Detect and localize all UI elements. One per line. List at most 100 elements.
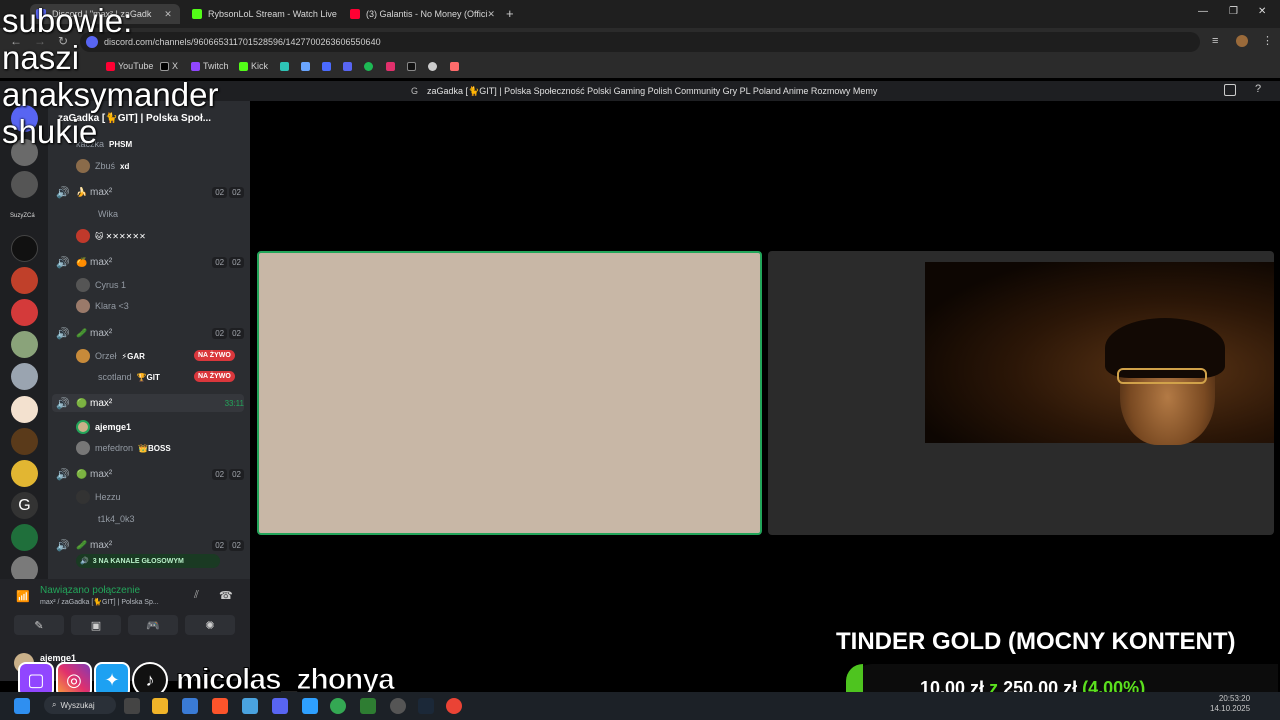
app-icon[interactable] xyxy=(360,698,376,714)
obs-icon[interactable] xyxy=(390,698,406,714)
gamepad-icon: 🎮 xyxy=(146,619,160,632)
profile-avatar[interactable] xyxy=(1236,35,1248,47)
speaker-icon: 🔊 xyxy=(56,468,70,481)
live-badge[interactable]: NA ŻYWO xyxy=(194,350,235,361)
explorer-icon[interactable] xyxy=(152,698,168,714)
live-badge[interactable]: NA ŻYWO xyxy=(194,371,235,382)
stream-tile-speaking[interactable] xyxy=(257,251,762,535)
camera-button[interactable]: ✎ xyxy=(14,615,64,635)
speaker-icon: 🔊 xyxy=(56,327,70,340)
avatar xyxy=(76,490,90,504)
member-row[interactable]: Orzeł ⚡GAR xyxy=(76,347,145,365)
member-row[interactable]: mefedron 👑BOSS xyxy=(76,439,171,457)
connection-channel[interactable]: max² / zaGadka [🐈GIT] | Polska Sp... xyxy=(40,598,159,606)
member-row[interactable]: Cyrus 1 xyxy=(76,276,126,294)
server-icon[interactable] xyxy=(11,428,38,455)
avatar xyxy=(76,229,90,243)
brave-icon[interactable] xyxy=(212,698,228,714)
server-icon[interactable] xyxy=(11,460,38,487)
bookmark-icon[interactable] xyxy=(280,62,289,71)
activity-button[interactable]: 🎮 xyxy=(128,615,178,635)
kick-icon xyxy=(239,61,248,71)
steam-icon[interactable] xyxy=(418,698,434,714)
chrome-icon[interactable] xyxy=(446,698,462,714)
server-icon[interactable] xyxy=(11,396,38,423)
start-icon[interactable] xyxy=(14,698,30,714)
voice-channel[interactable]: 🔊 🥒 max² 02 02 xyxy=(56,324,244,342)
member-row[interactable]: 🐱 ✕✕✕✕✕✕ xyxy=(76,227,146,245)
speaker-icon: 🔊 xyxy=(80,558,89,565)
server-rail-label[interactable]: SuzyZCá xyxy=(10,213,35,219)
server-icon: G xyxy=(411,86,419,96)
server-icon[interactable] xyxy=(11,331,38,358)
server-icon[interactable] xyxy=(11,267,38,294)
url-input[interactable]: discord.com/channels/960665311701528596/… xyxy=(80,32,1200,52)
chrome-icon[interactable] xyxy=(330,698,346,714)
avatar xyxy=(76,299,90,313)
voice-channel[interactable]: 🔊 🟢 max² 02 02 xyxy=(56,465,244,483)
app-icon[interactable] xyxy=(302,698,318,714)
menu-icon[interactable]: ⋮ xyxy=(1262,34,1273,47)
voice-channel[interactable]: 🔊 🥒 max² 02 02 xyxy=(56,536,244,554)
app-icon[interactable] xyxy=(242,698,258,714)
screen-share-button[interactable]: ▣ xyxy=(71,615,121,635)
spotify-icon[interactable] xyxy=(364,62,373,71)
speaker-icon: 🔊 xyxy=(56,186,70,199)
member-row[interactable]: Wika xyxy=(98,205,118,223)
tab-youtube[interactable]: (3) Galantis - No Money (Offici ✕ xyxy=(344,4,496,24)
task-view-icon[interactable] xyxy=(124,698,140,714)
member-row[interactable]: t1k4_0k3 xyxy=(98,510,135,528)
bookmark-icon[interactable] xyxy=(301,62,310,71)
bookmark-icon[interactable] xyxy=(322,62,331,71)
channel-list: zaGadka [🐈GIT] | Polska Społ... kaczka P… xyxy=(48,101,250,579)
close-icon[interactable]: ✕ xyxy=(337,9,338,20)
voice-count-badge[interactable]: 🔊 3 NA KANALE GŁOSOWYM xyxy=(76,554,220,568)
server-icon[interactable] xyxy=(11,524,38,551)
close-window-button[interactable]: ✕ xyxy=(1258,6,1266,17)
soundboard-button[interactable]: ✺ xyxy=(185,615,235,635)
speaker-icon: 🔊 xyxy=(56,256,70,269)
member-row[interactable]: scotland 🏆GIT xyxy=(98,368,160,386)
app-icon[interactable] xyxy=(182,698,198,714)
minimize-button[interactable]: — xyxy=(1198,6,1208,17)
subs-line: shukie xyxy=(2,113,98,150)
media-icon[interactable]: ≡ xyxy=(1212,35,1218,47)
member-row[interactable]: Klara <3 xyxy=(76,297,129,315)
server-icon[interactable] xyxy=(11,299,38,326)
maximize-button[interactable]: ❐ xyxy=(1229,6,1238,17)
goal-title: TINDER GOLD (MOCNY KONTENT) xyxy=(836,628,1236,655)
subs-overlay: subowie: naszi anaksymander shukie xyxy=(2,2,218,150)
member-row[interactable]: Hezzu xyxy=(76,488,121,506)
chatgpt-icon[interactable] xyxy=(428,62,437,71)
call-timer: 33:11 xyxy=(224,398,244,408)
server-icon[interactable]: G xyxy=(11,492,38,519)
subs-line: subowie: xyxy=(2,2,133,39)
screen-share-icon: ▣ xyxy=(90,619,102,632)
member-row[interactable]: ajemge1 xyxy=(76,418,131,436)
signal-icon[interactable]: 📶 xyxy=(16,590,30,603)
voice-channel[interactable]: 🔊 🍊 max² 02 02 xyxy=(56,253,244,271)
new-tab-button[interactable]: + xyxy=(506,6,514,21)
connection-status[interactable]: Nawiązano połączenie xyxy=(40,585,140,596)
server-icon[interactable] xyxy=(11,363,38,390)
tiktok-icon[interactable] xyxy=(407,62,416,71)
help-icon[interactable]: ? xyxy=(1255,83,1261,95)
voice-channel-selected[interactable]: 🔊 🟢 max² 33:11 xyxy=(52,394,244,412)
server-icon[interactable] xyxy=(11,235,38,262)
bookmark-icon[interactable] xyxy=(450,62,459,71)
taskbar-search[interactable]: ⌕ Wyszukaj xyxy=(44,696,116,714)
discord-icon[interactable] xyxy=(272,698,288,714)
noise-suppression-icon[interactable]: ⫽ xyxy=(194,589,199,602)
clock[interactable]: 20:53:20 14.10.2025 xyxy=(1210,694,1250,714)
disconnect-icon[interactable]: ☎ xyxy=(219,589,233,602)
server-icon[interactable] xyxy=(11,171,38,198)
discord-icon[interactable] xyxy=(343,62,352,71)
avatar xyxy=(76,420,90,434)
bookmark-kick[interactable]: Kick xyxy=(239,61,268,71)
search-icon: ⌕ xyxy=(52,700,57,709)
close-icon[interactable]: ✕ xyxy=(487,9,495,20)
member-row[interactable]: Zbuś xd xyxy=(76,157,129,175)
voice-channel[interactable]: 🔊 🍌 max² 02 02 xyxy=(56,183,244,201)
inbox-icon[interactable] xyxy=(1224,84,1236,96)
instagram-icon[interactable] xyxy=(386,62,395,71)
